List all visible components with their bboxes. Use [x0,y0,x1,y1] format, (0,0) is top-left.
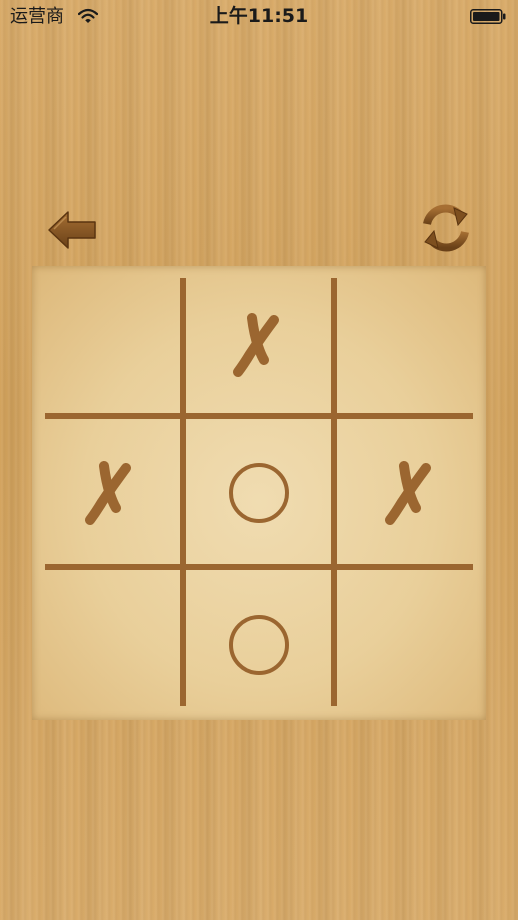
grid-line-horizontal-2 [45,564,473,570]
board-cell-2[interactable]: X [188,274,328,414]
back-button[interactable] [46,206,98,252]
refresh-button[interactable] [420,202,472,252]
grid-line-vertical-1 [180,278,186,706]
back-arrow-icon [48,211,96,249]
battery-icon [470,9,506,24]
board-cell-7[interactable] [40,574,180,714]
clock: 上午11:51 [209,5,309,27]
board-cell-5[interactable]: O [188,422,328,562]
board-cell-9[interactable] [340,574,480,714]
o-mark-icon [229,615,289,675]
board-cell-8[interactable]: O [188,574,328,714]
board-cell-6[interactable]: X [340,422,480,562]
x-mark-icon [233,313,279,377]
board-cell-3[interactable] [340,274,480,414]
game-board: X X O X O [32,266,486,720]
x-mark-icon [85,461,131,525]
x-mark-icon [385,461,431,525]
o-mark-icon [229,463,289,523]
board-cell-4[interactable]: X [40,422,180,562]
refresh-icon [423,204,469,252]
board-cell-1[interactable] [40,274,180,414]
status-bar: 运营商 上午11:51 [0,0,518,34]
grid-line-vertical-2 [331,278,337,706]
